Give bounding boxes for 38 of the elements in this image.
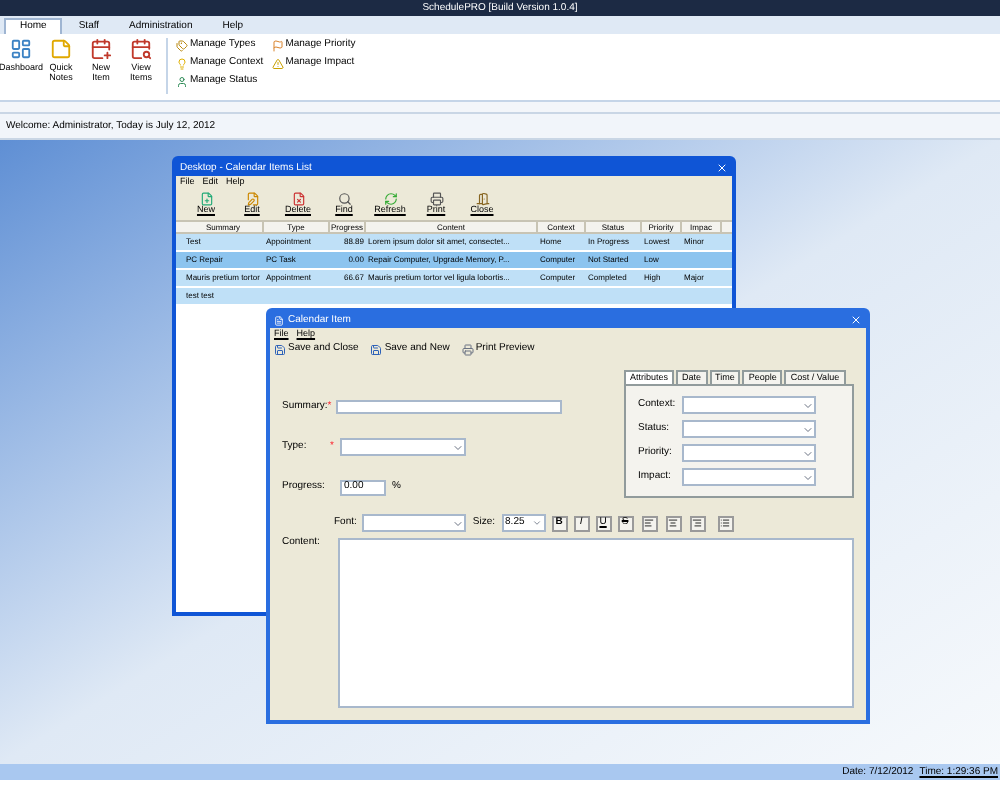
- attribute-dropdown[interactable]: [682, 444, 816, 462]
- align-button[interactable]: [689, 515, 706, 531]
- toolbar-icon: [291, 192, 305, 207]
- ribbon-button-icon: [130, 38, 152, 60]
- toolbar-icon: [337, 192, 351, 207]
- toolbar-icon: [475, 192, 489, 207]
- ribbon-small-icon: [271, 39, 284, 51]
- align-button[interactable]: [665, 515, 682, 531]
- save-icon: [274, 343, 286, 355]
- toolbar-icon: [199, 192, 213, 207]
- summary-field[interactable]: [335, 400, 562, 414]
- close-icon[interactable]: [716, 162, 728, 174]
- align-icon: [692, 518, 703, 528]
- toolbar-icon: [429, 192, 443, 207]
- list-button[interactable]: [717, 515, 734, 531]
- ribbon-small-icon: [176, 75, 188, 87]
- close-icon[interactable]: [850, 314, 862, 326]
- print-icon: [461, 343, 474, 355]
- align-button[interactable]: [641, 515, 658, 531]
- toolbar-icon: [245, 192, 259, 207]
- ribbon-small-icon: [271, 57, 284, 69]
- align-icon: [668, 518, 679, 528]
- attribute-dropdown[interactable]: [682, 468, 816, 486]
- attribute-dropdown[interactable]: [682, 396, 816, 414]
- font-dropdown[interactable]: [362, 514, 467, 532]
- list-icon: [720, 518, 731, 528]
- type-dropdown[interactable]: [340, 438, 466, 456]
- align-icon: [644, 518, 655, 528]
- ribbon-button-icon: [50, 38, 72, 60]
- toolbar-icon: [383, 192, 397, 207]
- save-icon: [370, 343, 383, 355]
- ribbon-small-icon: [176, 57, 188, 69]
- ribbon-small-icon: [176, 39, 188, 51]
- ribbon-button-icon: [10, 38, 32, 60]
- window-icon: [274, 315, 284, 325]
- ribbon-button-icon: [90, 38, 112, 60]
- attribute-dropdown[interactable]: [682, 420, 816, 438]
- content-field[interactable]: [338, 538, 854, 708]
